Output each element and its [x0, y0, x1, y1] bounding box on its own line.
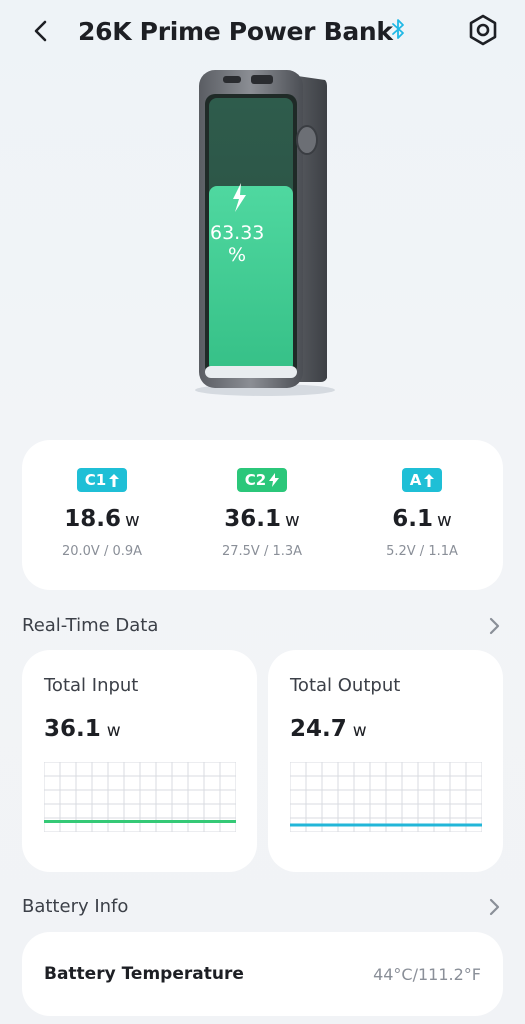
output-sparkline-chart [290, 762, 482, 832]
arrow-up-icon [109, 473, 120, 487]
port-a[interactable]: A 6.1 w 5.2V / 1.1A [342, 468, 502, 559]
total-output-card[interactable]: Total Output 24.7 w [268, 650, 503, 872]
battery-temperature-label: Battery Temperature [44, 964, 244, 984]
port-power: 6.1 w [392, 506, 452, 532]
chevron-right-icon[interactable] [484, 897, 504, 917]
port-power: 18.6 w [64, 506, 140, 532]
page-title: 26K Prime Power Bank [78, 16, 393, 46]
port-badge-a: A [401, 468, 443, 492]
total-output-value: 24.7 w [290, 716, 367, 742]
port-name: A [409, 471, 422, 489]
total-output-label: Total Output [290, 675, 401, 696]
app-header: 26K Prime Power Bank [0, 0, 525, 62]
battery-temperature-value: 44°C/111.2°F [373, 965, 481, 984]
port-detail: 5.2V / 1.1A [386, 544, 458, 559]
bolt-icon [269, 473, 280, 487]
hex-settings-icon [469, 14, 497, 46]
battery-temperature-card[interactable]: Battery Temperature 44°C/111.2°F [22, 932, 503, 1016]
realtime-section-title[interactable]: Real-Time Data [22, 615, 158, 636]
port-badge-c1: C1 [76, 468, 128, 492]
settings-button[interactable] [465, 12, 501, 48]
charge-value: 63.33 [210, 222, 265, 244]
back-button[interactable] [24, 14, 58, 48]
arrow-up-icon [424, 473, 435, 487]
port-c2[interactable]: C2 36.1 w 27.5V / 1.3A [182, 468, 342, 559]
port-name: C1 [84, 471, 107, 489]
port-name: C2 [244, 471, 267, 489]
input-sparkline-chart [44, 762, 236, 832]
port-detail: 27.5V / 1.3A [221, 544, 303, 559]
charge-unit: % [227, 244, 247, 266]
charge-percent-value: 63.33 % [210, 222, 264, 266]
chevron-right-icon[interactable] [484, 616, 504, 636]
bluetooth-icon [392, 19, 404, 39]
total-input-label: Total Input [44, 675, 139, 696]
ports-card[interactable]: C1 18.6 w 20.0V / 0.9A C2 36.1 w 27.5V / 1… [22, 440, 503, 590]
battery-section-title[interactable]: Battery Info [22, 896, 128, 917]
port-badge-c2: C2 [236, 468, 288, 492]
chevron-left-icon [34, 20, 47, 42]
port-detail: 20.0V / 0.9A [61, 544, 143, 559]
total-input-card[interactable]: Total Input 36.1 w [22, 650, 257, 872]
total-input-value: 36.1 w [44, 716, 121, 742]
port-power: 36.1 w [224, 506, 300, 532]
port-c1[interactable]: C1 18.6 w 20.0V / 0.9A [22, 468, 182, 559]
